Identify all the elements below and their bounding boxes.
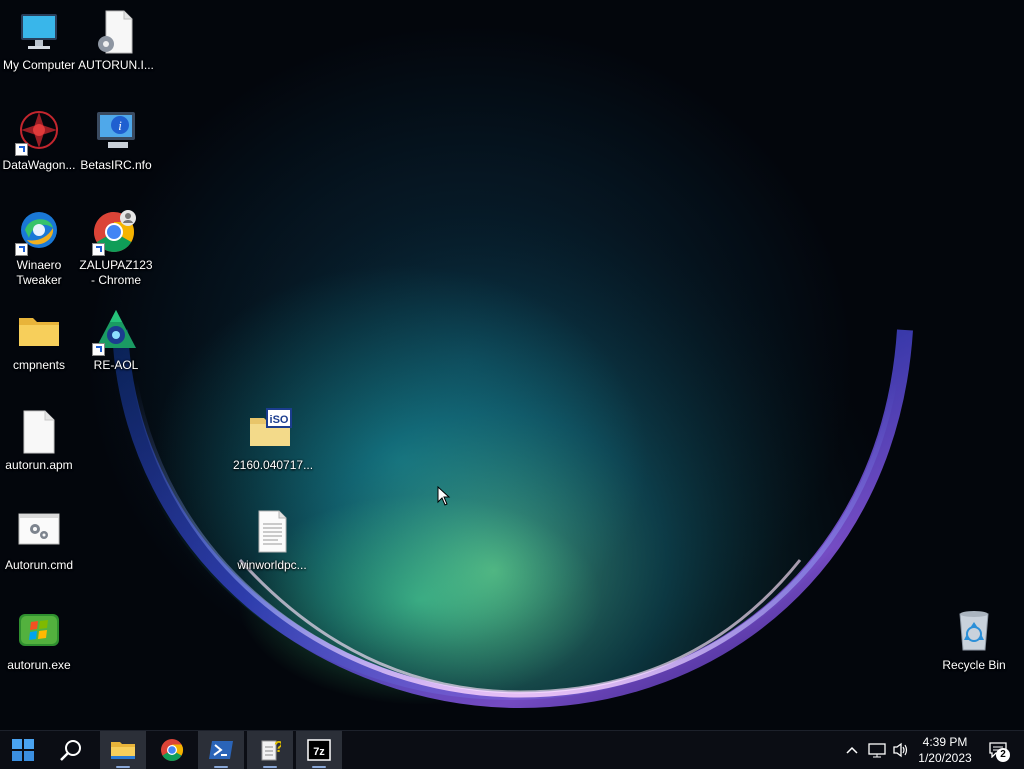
- desktop-icon-autorun-exe[interactable]: autorun.exe: [0, 608, 78, 673]
- chrome-button[interactable]: [149, 731, 195, 769]
- settings-file-icon: [92, 8, 140, 56]
- desktop-icon-label: autorun.apm: [5, 458, 73, 472]
- info-file-icon: i: [92, 108, 140, 156]
- desktop-icon-chrome-profile[interactable]: ZALUPAZ123 - Chrome: [77, 208, 155, 288]
- volume-icon: [893, 742, 908, 758]
- desktop-icon-label: autorun.exe: [7, 658, 71, 672]
- computer-icon: [15, 8, 63, 56]
- shortcut-arrow-icon: [92, 243, 105, 256]
- help-file-button[interactable]: ?: [247, 731, 293, 769]
- desktop-icon-winaero-tweaker[interactable]: Winaero Tweaker: [0, 208, 78, 288]
- shortcut-arrow-icon: [92, 343, 105, 356]
- search-icon: [60, 740, 81, 761]
- text-file-icon: [248, 508, 296, 556]
- 7zip-button[interactable]: 7z: [296, 731, 342, 769]
- svg-text:iSO: iSO: [270, 414, 289, 426]
- chevron-up-icon: [846, 746, 858, 754]
- shortcut-arrow-icon: [15, 143, 28, 156]
- iso-archive-icon: iSO: [248, 408, 296, 456]
- windows-exe-icon: [15, 608, 63, 656]
- desktop-icon-label: RE-AOL: [93, 358, 139, 372]
- recycle-bin-icon: [950, 608, 998, 656]
- desktop-icon-autorun-apm[interactable]: autorun.apm: [0, 408, 78, 473]
- clock-time: 4:39 PM: [922, 735, 968, 749]
- desktop-icon-my-computer[interactable]: My Computer: [0, 8, 78, 73]
- desktop-icon-label: Winaero Tweaker: [16, 258, 62, 287]
- desktop-icon-label: My Computer: [2, 58, 76, 72]
- datawagon-icon: [15, 108, 63, 156]
- folder-icon: [15, 308, 63, 356]
- 7zip-icon: 7z: [307, 739, 331, 761]
- aol-icon: [92, 308, 140, 356]
- desktop-icon-recycle-bin[interactable]: Recycle Bin: [935, 608, 1013, 673]
- desktop-icon-label: cmpnents: [12, 358, 66, 372]
- desktop-icon-label: Autorun.cmd: [4, 558, 74, 572]
- desktop-icon-label: DataWagon...: [2, 158, 76, 172]
- desktop: My Computer AUTORUN.I... DataWagon... i …: [0, 0, 1024, 730]
- blank-file-icon: [15, 408, 63, 456]
- svg-text:i: i: [118, 118, 122, 133]
- desktop-icon-label: ZALUPAZ123 - Chrome: [79, 258, 153, 287]
- powershell-icon: [209, 741, 233, 759]
- shortcut-arrow-icon: [15, 243, 28, 256]
- desktop-icon-cmpnents[interactable]: cmpnents: [0, 308, 78, 373]
- network-button[interactable]: [865, 731, 889, 769]
- search-button[interactable]: [48, 731, 94, 769]
- desktop-icon-label: BetasIRC.nfo: [80, 158, 152, 172]
- clock-date: 1/20/2023: [918, 751, 972, 765]
- show-hidden-icons-button[interactable]: [842, 731, 862, 769]
- desktop-icon-label: 2160.040717...: [233, 458, 314, 472]
- notification-count-badge: 2: [996, 748, 1010, 762]
- windows-start-icon: [12, 739, 34, 761]
- desktop-icon-autorun-inf[interactable]: AUTORUN.I...: [77, 8, 155, 73]
- taskbar-clock[interactable]: 4:39 PM 1/20/2023: [912, 731, 978, 769]
- desktop-icon-label: AUTORUN.I...: [78, 58, 154, 72]
- help-file-icon: ?: [261, 739, 281, 761]
- svg-text:?: ?: [274, 739, 281, 756]
- chrome-profile-icon: [92, 208, 140, 256]
- network-icon: [868, 743, 886, 758]
- mouse-cursor-icon: [437, 486, 451, 506]
- volume-button[interactable]: [890, 731, 912, 769]
- taskbar: ? 7z 4:39 PM 1/20/2023: [0, 730, 1024, 769]
- svg-text:7z: 7z: [313, 746, 325, 758]
- desktop-icon-winworldpc[interactable]: winworldpc...: [233, 508, 311, 573]
- powershell-button[interactable]: [198, 731, 244, 769]
- desktop-icon-datawagon[interactable]: DataWagon...: [0, 108, 78, 173]
- desktop-icon-betasirc[interactable]: i BetasIRC.nfo: [77, 108, 155, 173]
- winaero-tweaker-icon: [15, 208, 63, 256]
- desktop-icon-re-aol[interactable]: RE-AOL: [77, 308, 155, 373]
- desktop-icon-label: winworldpc...: [237, 558, 307, 572]
- start-button[interactable]: [0, 731, 46, 769]
- file-explorer-button[interactable]: [100, 731, 146, 769]
- desktop-icon-autorun-cmd[interactable]: Autorun.cmd: [0, 508, 78, 573]
- file-explorer-icon: [111, 742, 135, 759]
- chrome-icon: [161, 739, 183, 761]
- desktop-icon-label: Recycle Bin: [942, 658, 1006, 672]
- cmd-script-icon: [15, 508, 63, 556]
- desktop-icon-iso-archive[interactable]: iSO 2160.040717...: [233, 408, 314, 473]
